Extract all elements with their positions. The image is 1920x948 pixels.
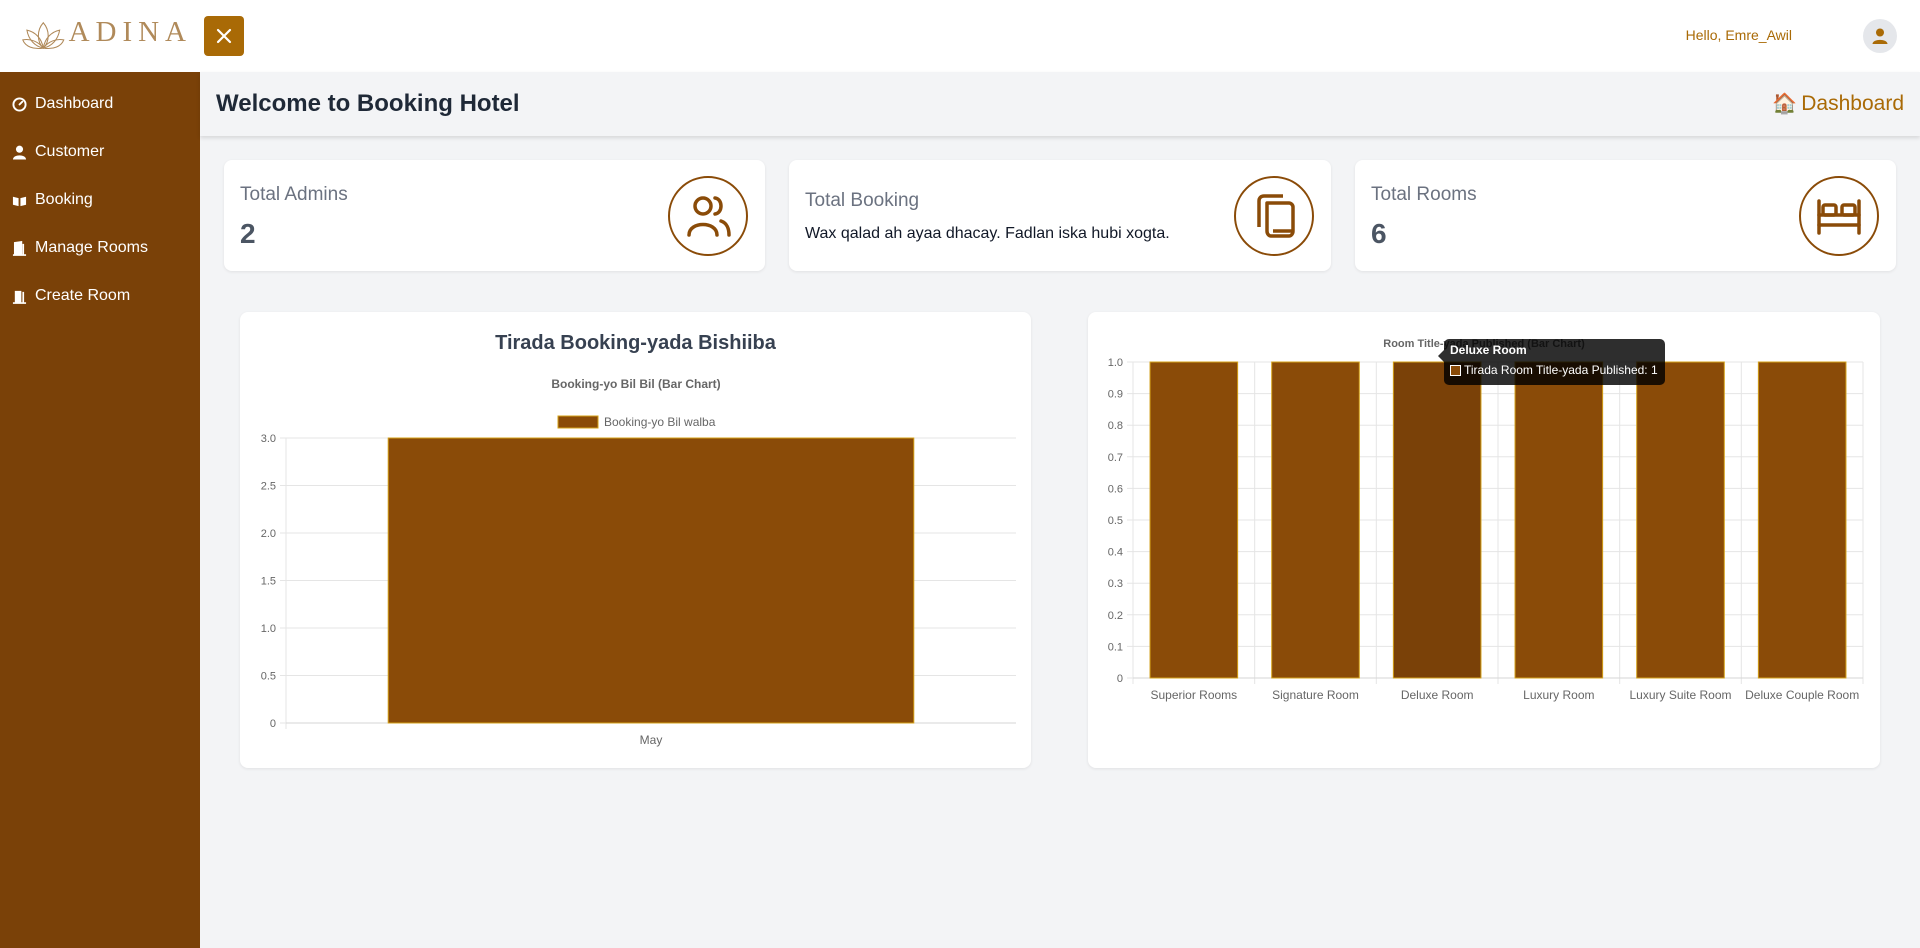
- sidebar-item-manage-rooms[interactable]: Manage Rooms: [0, 233, 200, 263]
- y-tick-label: 0.8: [1108, 420, 1123, 432]
- bar: [387, 437, 915, 724]
- x-tick-label: Luxury Suite Room: [1629, 688, 1731, 702]
- legend-swatch: [557, 415, 599, 429]
- y-tick-label: 1.0: [1108, 357, 1123, 369]
- door-icon: [12, 290, 27, 304]
- stat-label: Total Booking: [805, 190, 920, 211]
- bar: [1149, 361, 1239, 679]
- y-tick-label: 0: [1117, 673, 1123, 685]
- stat-label: Total Admins: [240, 184, 348, 205]
- tooltip-row: Tirada Room Title-yada Published: 1: [1450, 363, 1659, 377]
- sidebar-item-label: Manage Rooms: [35, 239, 148, 256]
- stat-value: 2: [240, 218, 256, 249]
- sidebar-item-label: Create Room: [35, 287, 131, 304]
- door-icon: [12, 240, 27, 256]
- chart-panel-monthly-bookings: Tirada Booking-yada Bishiiba Booking-yo …: [240, 312, 1031, 768]
- booking-copy-icon: [1234, 176, 1314, 256]
- y-tick-label: 0.7: [1108, 452, 1123, 464]
- y-tick-label: 2.0: [261, 528, 276, 540]
- y-tick-label: 1.0: [261, 623, 276, 635]
- tooltip-text: Tirada Room Title-yada Published: 1: [1464, 363, 1658, 377]
- bar: [1514, 361, 1604, 679]
- tooltip-caret: [1438, 350, 1444, 362]
- bar: [1757, 361, 1847, 679]
- x-tick-label: Deluxe Couple Room: [1745, 688, 1859, 702]
- stat-value: 6: [1371, 218, 1387, 249]
- bar: [1271, 361, 1360, 679]
- stat-label: Total Rooms: [1371, 184, 1477, 205]
- user-icon: [12, 145, 27, 160]
- y-tick-label: 0.2: [1108, 610, 1123, 622]
- y-tick-label: 1.5: [261, 576, 276, 588]
- x-tick-label: May: [640, 733, 663, 747]
- tooltip-title: Deluxe Room: [1450, 343, 1527, 357]
- page-header: Welcome to Booking Hotel 🏠 Dashboard: [200, 72, 1920, 136]
- bar: [1392, 361, 1482, 679]
- sidebar-item-customer[interactable]: Customer: [0, 137, 200, 167]
- y-tick-label: 0.6: [1108, 483, 1123, 495]
- breadcrumb-label: Dashboard: [1801, 91, 1904, 115]
- dashboard-icon: [12, 96, 27, 112]
- brand-name: ADINA: [68, 15, 192, 48]
- users-icon: [668, 176, 748, 256]
- sidebar-item-dashboard[interactable]: Dashboard: [0, 89, 200, 119]
- sidebar: Dashboard Customer Booking Manage Rooms …: [0, 72, 200, 948]
- x-tick-label: Superior Rooms: [1150, 688, 1237, 702]
- y-tick-label: 0.1: [1108, 641, 1123, 653]
- y-tick-label: 0.9: [1108, 389, 1123, 401]
- stat-card-rooms: Total Rooms 6: [1355, 160, 1896, 271]
- y-tick-label: 0.5: [1108, 515, 1123, 527]
- user-greeting: Hello, Emre_Awil: [1685, 27, 1792, 43]
- stat-error-message: Wax qalad ah ayaa dhacay. Fadlan iska hu…: [805, 225, 1170, 242]
- user-avatar-button[interactable]: [1863, 19, 1897, 53]
- user-icon: [1872, 28, 1888, 44]
- x-tick-label: Deluxe Room: [1401, 688, 1474, 702]
- y-tick-label: 0: [270, 718, 276, 730]
- y-tick-label: 3.0: [261, 433, 276, 445]
- y-tick-label: 0.4: [1108, 547, 1123, 559]
- page-title: Welcome to Booking Hotel: [216, 90, 520, 117]
- top-bar: ADINA Hello, Emre_Awil: [0, 0, 1920, 72]
- sidebar-item-label: Booking: [35, 191, 93, 208]
- home-icon: 🏠: [1772, 93, 1798, 115]
- lotus-icon: [22, 21, 65, 50]
- x-tick-label: Signature Room: [1272, 688, 1359, 702]
- sidebar-item-label: Dashboard: [35, 95, 114, 112]
- tooltip-swatch: [1450, 364, 1461, 376]
- close-icon: [216, 28, 232, 44]
- booking-icon: [12, 196, 27, 206]
- y-tick-label: 2.5: [261, 481, 276, 493]
- brand-logo[interactable]: ADINA: [22, 14, 192, 56]
- chart-title: Booking-yo Bil Bil (Bar Chart): [551, 377, 720, 391]
- stat-card-admins: Total Admins 2: [224, 160, 765, 271]
- sidebar-item-create-room[interactable]: Create Room: [0, 281, 200, 311]
- breadcrumb-dashboard-link[interactable]: 🏠 Dashboard: [1772, 91, 1904, 116]
- bar: [1636, 361, 1725, 679]
- monthly-bookings-chart: Booking-yo Bil Bil (Bar Chart) Booking-y…: [261, 377, 1016, 747]
- stat-card-booking: Total Booking Wax qalad ah ayaa dhacay. …: [789, 160, 1331, 271]
- close-sidebar-button[interactable]: [204, 16, 244, 56]
- x-tick-label: Luxury Room: [1523, 688, 1594, 702]
- sidebar-item-label: Customer: [35, 143, 105, 160]
- sidebar-item-booking[interactable]: Booking: [0, 185, 200, 215]
- bed-icon: [1799, 176, 1879, 256]
- legend-label: Booking-yo Bil walba: [604, 415, 716, 429]
- y-tick-label: 0.5: [261, 671, 276, 683]
- chart-tooltip: Deluxe Room Tirada Room Title-yada Publi…: [1438, 339, 1665, 385]
- y-tick-label: 0.3: [1108, 578, 1123, 590]
